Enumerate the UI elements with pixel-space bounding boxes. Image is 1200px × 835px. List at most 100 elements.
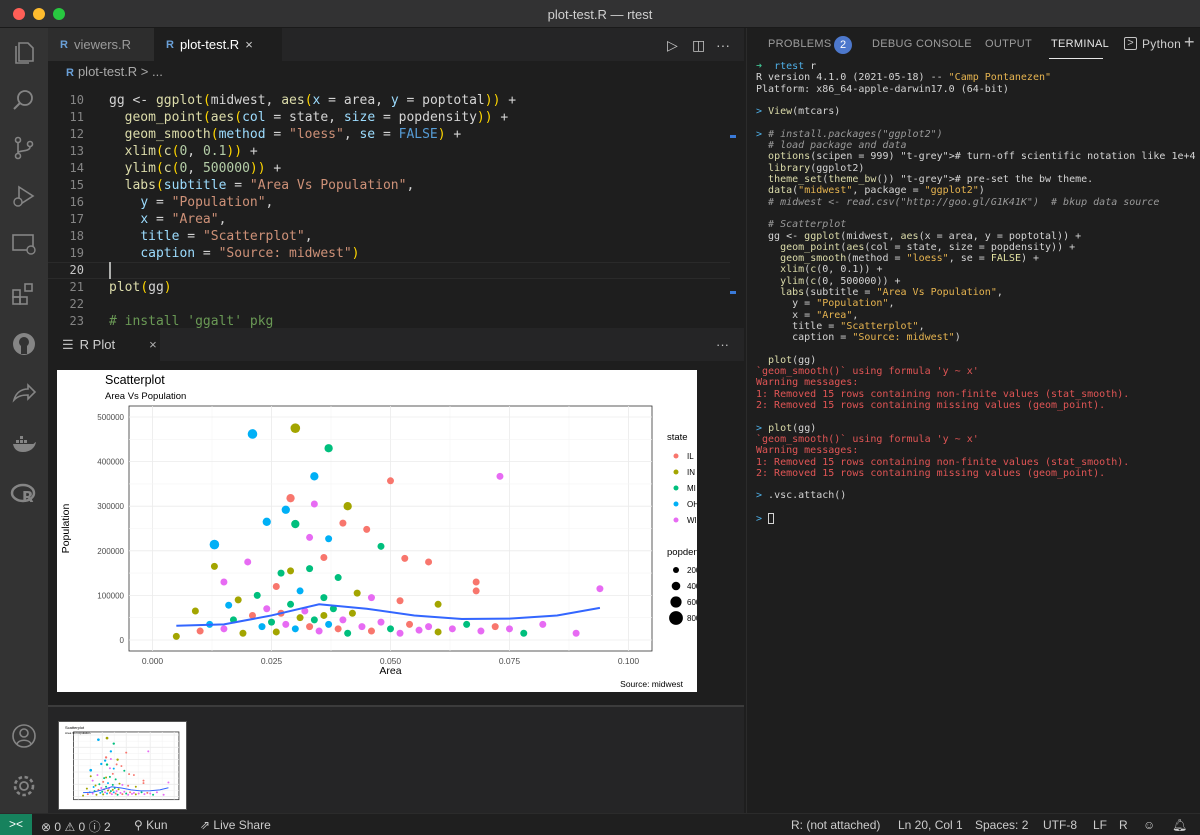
code-line[interactable]: 15 labs(subtitle = "Area Vs Population", [48, 177, 738, 194]
terminal-line: `geom_smooth()` using formula 'y ~ x' [756, 366, 979, 378]
data-point [94, 784, 97, 787]
problems-status[interactable]: ⊗ 0 ⚠ 0 ⓘ 2 [41, 818, 111, 835]
account-status[interactable]: ⚲ Kun [134, 818, 168, 832]
notifications-bell-icon[interactable]: 🔔︎ [1172, 818, 1187, 832]
data-point [117, 788, 120, 791]
panel-tab-bar: PROBLEMS 2 DEBUG CONSOLE OUTPUT TERMINAL… [747, 28, 1200, 60]
tab-plot-test-r[interactable]: R plot-test.R × [154, 28, 282, 61]
tab-terminal[interactable]: TERMINAL [1051, 38, 1109, 50]
split-editor-icon[interactable]: ◫ [692, 37, 705, 54]
data-point [353, 589, 361, 597]
data-point [109, 758, 112, 761]
line-number: 13 [69, 144, 84, 158]
editor-scrollbar[interactable] [730, 83, 744, 328]
data-point [134, 793, 137, 796]
code-line[interactable]: 10 gg <- ggplot(midwest, aes(x = area, y … [48, 92, 738, 109]
cursor-position[interactable]: Ln 20, Col 1 [898, 818, 963, 832]
settings-gear-icon[interactable] [10, 772, 38, 800]
tab-debug-console[interactable]: DEBUG CONSOLE [872, 38, 972, 50]
code-line[interactable]: 13 xlim(c(0, 0.1)) + [48, 143, 738, 160]
data-point [306, 533, 314, 541]
code-line[interactable]: 17 x = "Area", [48, 211, 738, 228]
extensions-icon[interactable] [10, 280, 38, 308]
tab-r-plot[interactable]: ☰ R Plot × [48, 328, 160, 361]
data-point [334, 574, 342, 582]
scatterplot-chart: 0.000 0.025 0.050 0.075 0.100010000020000030… [60, 373, 713, 689]
language-mode[interactable]: R [1119, 818, 1128, 832]
code-line[interactable]: 11 geom_point(aes(col = state, size = po… [48, 109, 738, 126]
explorer-icon[interactable] [10, 38, 38, 66]
line-code: labs(subtitle = "Area Vs Population", [124, 178, 415, 193]
tab-problems[interactable]: PROBLEMS [768, 38, 832, 50]
code-line[interactable]: 20 [48, 262, 738, 279]
title-bar: plot-test.R — rtest [0, 0, 1200, 28]
data-point [130, 792, 133, 795]
terminal-shell-selector[interactable]: Python [1142, 37, 1181, 51]
code-line[interactable]: 21 plot(gg) [48, 279, 738, 296]
code-line[interactable]: 19 caption = "Source: midwest") [48, 245, 738, 262]
terminal-line: caption = "Source: midwest") [756, 332, 961, 344]
r-session-status[interactable]: R: (not attached) [791, 818, 880, 832]
new-terminal-icon[interactable]: + [1184, 32, 1195, 53]
y-tick-label: 400000 [97, 458, 124, 467]
search-icon[interactable] [10, 86, 38, 114]
data-point [472, 587, 480, 595]
code-line[interactable]: 14 ylim(c(0, 500000)) + [48, 160, 738, 177]
code-line[interactable]: 23 # install 'ggalt' pkg [48, 313, 738, 328]
data-point [121, 783, 124, 786]
encoding-status[interactable]: UTF-8 [1043, 818, 1077, 832]
line-code: plot(gg) [109, 280, 172, 295]
data-point [134, 785, 137, 788]
terminal-output[interactable]: ➜ rtest rR version 4.1.0 (2021-05-18) --… [756, 61, 1196, 811]
docker-icon[interactable] [10, 430, 38, 458]
data-point [123, 769, 126, 772]
run-file-icon[interactable]: ▷ [667, 37, 678, 54]
live-share-icon: ⇗ [200, 818, 211, 832]
plot-thumbnail[interactable]: Scatterplot Area Vs Population [58, 721, 187, 810]
more-actions-icon[interactable]: ··· [716, 337, 729, 352]
legend-label: IN [687, 468, 695, 477]
data-point [112, 742, 115, 745]
data-point [86, 793, 89, 796]
code-line[interactable]: 18 title = "Scatterplot", [48, 228, 738, 245]
code-line[interactable]: 16 y = "Population", [48, 194, 738, 211]
more-actions-icon[interactable]: ··· [716, 37, 730, 53]
source-control-icon[interactable] [10, 134, 38, 162]
data-point [149, 792, 152, 795]
code-line[interactable]: 12 geom_smooth(method = "loess", se = FA… [48, 126, 738, 143]
code-line[interactable]: 22 [48, 296, 738, 313]
data-point [310, 500, 318, 508]
data-point [116, 758, 119, 761]
terminal-line: ➜ rtest r [756, 61, 817, 72]
line-code: y = "Population", [140, 195, 274, 210]
data-point [367, 627, 375, 635]
remote-indicator[interactable]: >< [0, 814, 32, 835]
data-point [320, 594, 328, 602]
data-point [121, 793, 124, 796]
terminal-line: `geom_smooth()` using formula 'y ~ x' [756, 433, 979, 445]
data-point [112, 767, 115, 770]
run-debug-icon[interactable] [10, 182, 38, 210]
indentation-status[interactable]: Spaces: 2 [975, 818, 1028, 832]
eol-status[interactable]: LF [1093, 818, 1107, 832]
problems-count-badge: 2 [834, 36, 852, 54]
live-share-status[interactable]: ⇗ Live Share [200, 818, 271, 832]
close-tab-icon[interactable]: × [149, 337, 157, 352]
accounts-icon[interactable] [10, 722, 38, 750]
close-tab-icon[interactable]: × [245, 37, 253, 52]
live-share-icon[interactable] [10, 380, 38, 408]
data-point [425, 558, 433, 566]
r-extension-icon[interactable]: R [10, 480, 38, 508]
github-icon[interactable] [10, 330, 38, 358]
data-point [320, 553, 328, 561]
feedback-icon[interactable]: ☺ [1143, 818, 1155, 832]
remote-explorer-icon[interactable] [10, 230, 38, 258]
data-point [463, 620, 471, 628]
tab-output[interactable]: OUTPUT [985, 38, 1032, 50]
code-editor[interactable]: 10 gg <- ggplot(midwest, aes(x = area, y … [48, 83, 744, 328]
legend-title: popdensity [667, 547, 697, 558]
live-share-label: Live Share [213, 818, 271, 832]
tab-viewers-r[interactable]: R viewers.R [48, 28, 154, 61]
x-tick-label: 0.075 [499, 656, 521, 666]
breadcrumb[interactable]: Rplot-test.R > ... [48, 61, 744, 83]
